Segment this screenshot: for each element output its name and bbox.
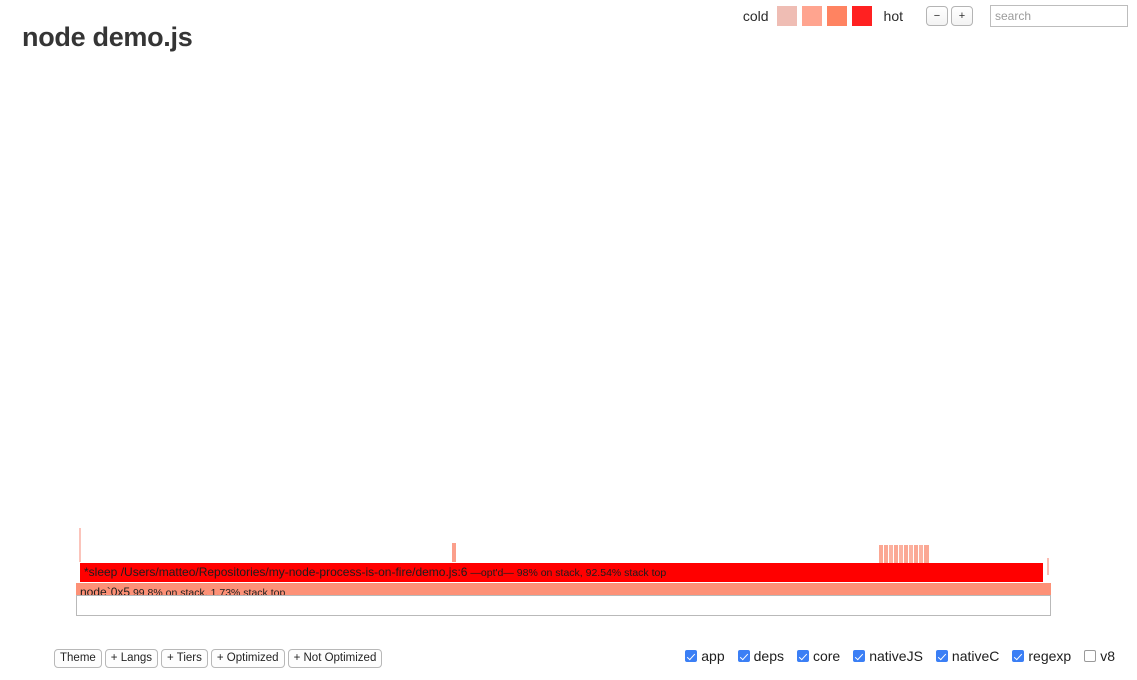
flamegraph-thin-frame[interactable] — [924, 545, 929, 564]
heat-swatch-hot — [851, 6, 872, 26]
footer-button-optimized[interactable]: + Optimized — [210, 649, 285, 668]
flamegraph-frame[interactable]: *sleep /Users/matteo/Repositories/my-nod… — [80, 563, 1043, 582]
footer-button-not-optimized[interactable]: + Not Optimized — [287, 649, 383, 668]
flamegraph-thin-frame[interactable] — [904, 545, 908, 564]
flamegraph-canvas[interactable]: *sleep /Users/matteo/Repositories/my-nod… — [76, 527, 1051, 617]
heat-legend-cold-label: cold — [742, 8, 769, 24]
flamegraph-root-spine — [79, 528, 81, 562]
flamegraph-thin-frame[interactable] — [909, 545, 913, 564]
flamegraph-thin-frame[interactable] — [894, 545, 898, 564]
filter-checkbox-regexp[interactable] — [1012, 650, 1025, 662]
filter-checkbox-nativejs[interactable] — [853, 650, 866, 662]
flamegraph-thin-frame[interactable] — [889, 545, 893, 564]
filter-nativejs[interactable]: nativeJS — [853, 649, 923, 663]
zoom-button-group: − + — [926, 6, 973, 26]
filter-label-v8: v8 — [1100, 648, 1115, 664]
heat-swatch-cold-2 — [801, 6, 822, 26]
filter-checkbox-v8[interactable] — [1084, 650, 1097, 662]
footer-toolbar-left: Theme + Langs + Tiers + Optimized + Not Opti… — [54, 649, 385, 668]
footer-button-tiers[interactable]: + Tiers — [161, 649, 208, 668]
heat-legend-hot-label: hot — [883, 8, 903, 24]
filter-label-app: app — [701, 648, 725, 664]
search-input[interactable] — [990, 5, 1128, 27]
filter-checkbox-nativec[interactable] — [935, 650, 948, 662]
flamegraph-right-spine — [1047, 558, 1049, 575]
filter-checkbox-core[interactable] — [796, 650, 809, 662]
page-title: node demo.js — [22, 22, 193, 52]
footer-button-langs[interactable]: + Langs — [104, 649, 159, 668]
footer-button-theme[interactable]: Theme — [54, 649, 102, 668]
flamegraph-thin-frame[interactable] — [879, 545, 883, 564]
filter-label-deps: deps — [753, 648, 784, 664]
flamegraph-thin-frame[interactable] — [914, 545, 918, 564]
toolbar-controls: cold hot − + — [743, 5, 1128, 27]
flamegraph-frame-meta: —opt'd— 98% on stack, 92.54% stack top — [467, 567, 667, 579]
flamegraph-base-frame[interactable] — [76, 595, 1051, 616]
filter-label-regexp: regexp — [1028, 648, 1072, 664]
flamegraph-thin-frame[interactable] — [919, 545, 923, 564]
zoom-in-button[interactable]: + — [951, 6, 973, 26]
filter-label-nativejs: nativeJS — [869, 648, 923, 664]
filter-deps[interactable]: deps — [737, 648, 784, 664]
filter-label-nativec: nativeC — [951, 648, 1000, 664]
top-bar: node demo.js cold hot − + — [0, 0, 1137, 72]
filter-regexp[interactable]: regexp — [1012, 649, 1071, 663]
heat-swatch-warm — [826, 6, 847, 26]
footer-filters: app deps core nativeJS nativeC regexp v8 — [685, 649, 1115, 663]
flamegraph-thin-frame[interactable] — [884, 545, 888, 564]
filter-checkbox-deps[interactable] — [737, 650, 750, 662]
flamegraph-thin-frame[interactable] — [899, 545, 903, 564]
filter-v8[interactable]: v8 — [1084, 649, 1115, 663]
flamegraph-thin-frame[interactable] — [452, 543, 456, 562]
heat-swatch-cold-1 — [776, 6, 797, 26]
filter-app[interactable]: app — [685, 648, 725, 664]
heat-legend: cold hot — [743, 5, 903, 27]
filter-label-core: core — [812, 648, 841, 664]
filter-checkbox-app[interactable] — [685, 650, 698, 662]
filter-core[interactable]: core — [796, 648, 841, 664]
flamegraph-frame-name: *sleep /Users/matteo/Repositories/my-nod… — [84, 565, 468, 579]
zoom-out-button[interactable]: − — [926, 6, 948, 26]
filter-nativec[interactable]: nativeC — [935, 648, 1000, 664]
